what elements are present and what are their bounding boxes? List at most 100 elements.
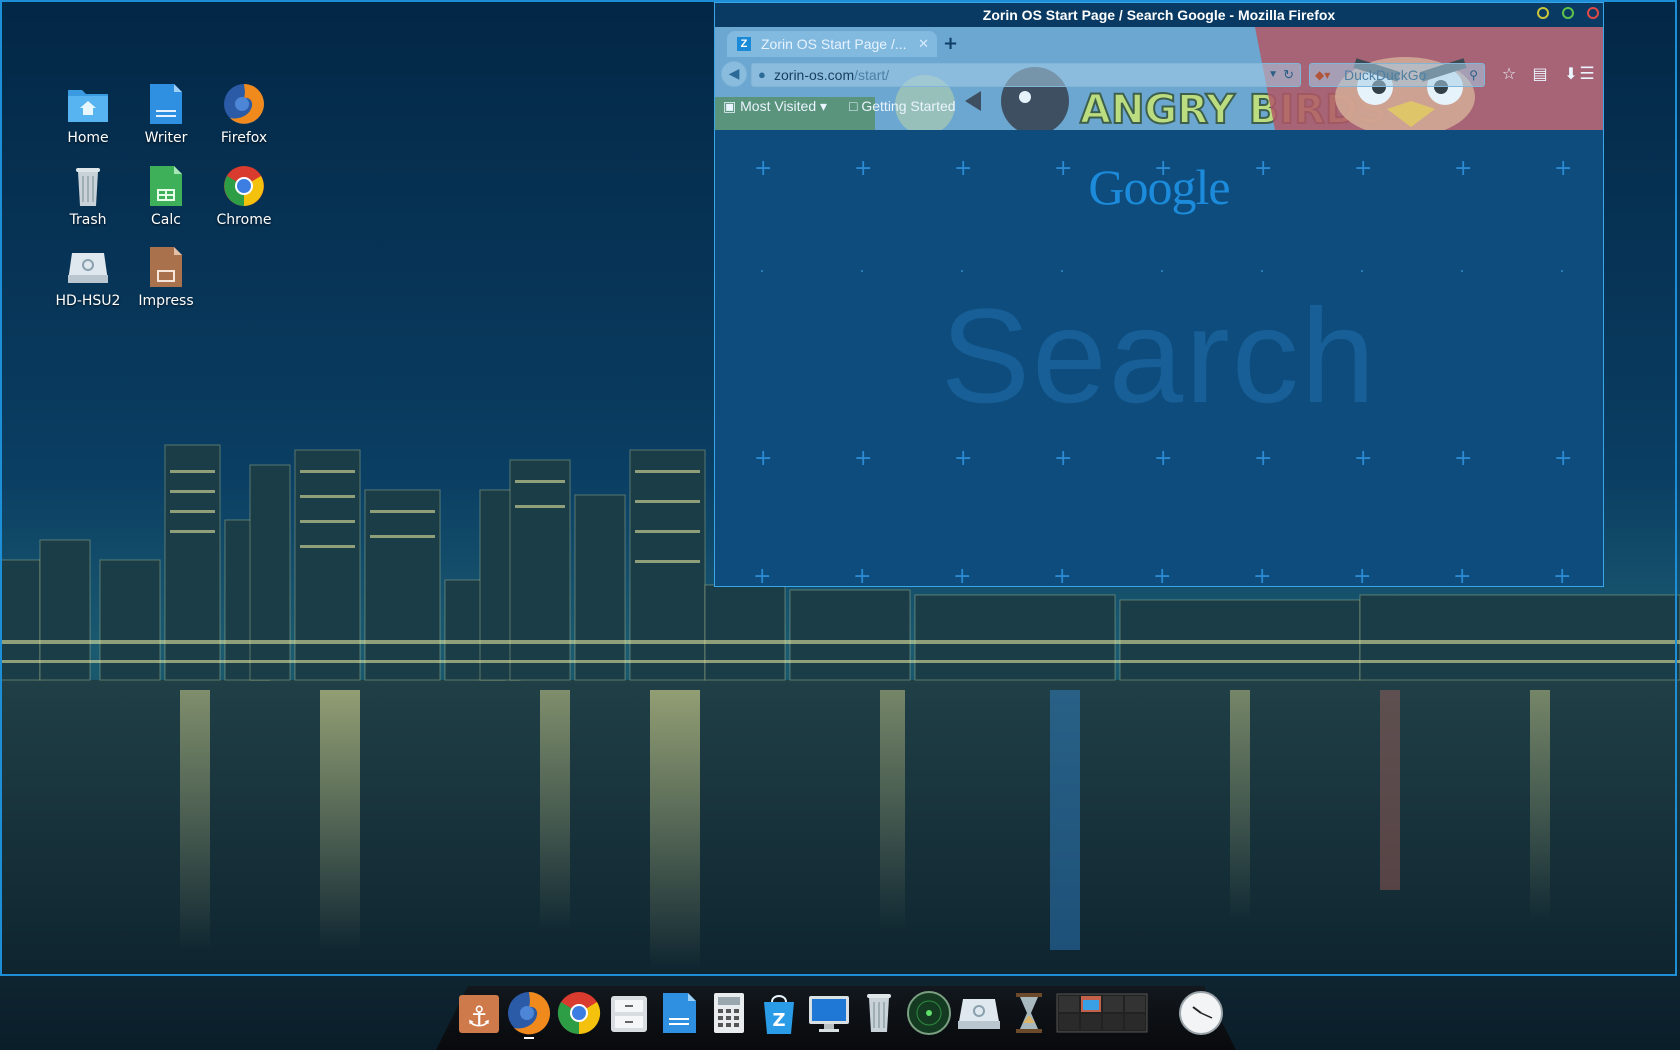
grid-plus-marker: +: [1153, 564, 1172, 589]
url-bar[interactable]: ● zorin-os.com/start/ ▼ ↻: [751, 63, 1301, 87]
dock-item-clock[interactable]: [1178, 990, 1224, 1036]
desktop-icon-label: Chrome: [216, 212, 272, 228]
dock-item-software-store[interactable]: Z: [756, 990, 802, 1036]
grid-dot-marker: [1061, 270, 1063, 272]
browser-toolbar-area: ANGRY BIRDS Z Zorin OS Start Page /... ✕…: [715, 27, 1603, 130]
grid-plus-marker: +: [954, 446, 973, 471]
desktop-icon-label: Home: [67, 130, 109, 146]
dock-item-monitor[interactable]: [806, 990, 852, 1036]
chrome-icon: [222, 164, 266, 208]
writer-icon: [656, 990, 702, 1036]
navigation-toolbar: ◀ ● zorin-os.com/start/ ▼ ↻ ◆▾ DuckDuckG…: [715, 59, 1603, 91]
dock-item-hourglass[interactable]: [1006, 990, 1052, 1036]
calc-icon: [144, 164, 188, 208]
dock-item-firefox[interactable]: [506, 990, 552, 1039]
maximize-icon[interactable]: [1562, 7, 1574, 19]
dock-item-writer[interactable]: [656, 990, 702, 1036]
dock-item-workspace-switcher[interactable]: [1056, 990, 1148, 1036]
grid-plus-marker: +: [1453, 564, 1472, 589]
svg-text:⚓: ⚓: [466, 1000, 491, 1033]
search-input[interactable]: DuckDuckGo: [1344, 64, 1426, 86]
grid-plus-marker: +: [1554, 446, 1573, 471]
calculator-icon: [706, 990, 752, 1036]
grid-plus-marker: +: [854, 446, 873, 471]
trash-icon: [66, 164, 110, 208]
trash-icon: [856, 990, 902, 1036]
back-button[interactable]: ◀: [721, 61, 747, 87]
radar-icon: [906, 990, 952, 1036]
bookmark-most-visited[interactable]: ▣ Most Visited ▾: [723, 93, 827, 119]
firefox-window[interactable]: Zorin OS Start Page / Search Google - Mo…: [714, 2, 1604, 587]
software-store-icon: Z: [756, 990, 802, 1036]
search-icon[interactable]: ⚲: [1469, 64, 1478, 86]
bookmark-label: Getting Started: [861, 98, 956, 114]
dock-item-radar[interactable]: [906, 990, 952, 1036]
desktop-icon-chrome[interactable]: Chrome: [204, 164, 284, 228]
chevron-down-icon: ▾: [816, 98, 828, 114]
dock-item-chrome[interactable]: [556, 990, 602, 1036]
page-content[interactable]: + + + + + + + + + + + + + + + + + + Google Search: [715, 130, 1603, 586]
minimize-icon[interactable]: [1537, 7, 1549, 19]
bookmark-label: Most Visited: [740, 98, 817, 114]
drive-icon: [66, 245, 110, 289]
desktop-icon-calc[interactable]: Calc: [126, 164, 206, 228]
new-tab-button[interactable]: +: [943, 33, 958, 54]
grid-dot-marker: [1261, 270, 1263, 272]
grid-plus-marker: +: [1154, 446, 1173, 471]
grid-dot-marker: [1561, 270, 1563, 272]
bookmark-getting-started[interactable]: □ Getting Started: [849, 93, 956, 119]
duckduckgo-engine-icon[interactable]: ◆▾: [1315, 64, 1330, 86]
desktop-icon-writer[interactable]: Writer: [126, 82, 206, 146]
clock-icon: [1178, 990, 1224, 1036]
desktop-icon-label: Writer: [144, 130, 188, 146]
grid-plus-marker: +: [1454, 446, 1473, 471]
dock-item-calculator[interactable]: [706, 990, 752, 1036]
desktop-icon-home[interactable]: Home: [48, 82, 128, 146]
grid-plus-marker: +: [753, 564, 772, 589]
dock-item-file-manager[interactable]: [606, 990, 652, 1036]
desktop-icon-label: HD-HSU2: [55, 293, 121, 309]
writer-icon: [144, 82, 188, 126]
desktop-icon-firefox[interactable]: Firefox: [204, 82, 284, 146]
url-text: zorin-os.com/start/: [774, 64, 889, 86]
tab-close-icon[interactable]: ✕: [918, 31, 929, 57]
dock: ⚓ Z: [436, 978, 1236, 1050]
google-logo: Google: [1088, 159, 1230, 215]
dock-item-trash[interactable]: [856, 990, 902, 1036]
reload-icon[interactable]: ↻: [1283, 64, 1294, 86]
grid-plus-marker: +: [754, 446, 773, 471]
grid-plus-marker: +: [1053, 564, 1072, 589]
monitor-icon: [806, 990, 852, 1036]
running-indicator: [524, 1037, 534, 1039]
workspace-switcher-icon: [1056, 990, 1148, 1036]
window-titlebar[interactable]: Zorin OS Start Page / Search Google - Mo…: [715, 3, 1603, 27]
grid-dot-marker: [861, 270, 863, 272]
tab-zorin-start-page[interactable]: Z Zorin OS Start Page /... ✕: [727, 31, 937, 57]
grid-dot-marker: [1361, 270, 1363, 272]
grid-plus-marker: +: [1553, 564, 1572, 589]
home-folder-icon: [66, 82, 110, 126]
desktop-icon-impress[interactable]: Impress: [126, 245, 206, 309]
dock-item-drive[interactable]: [956, 990, 1002, 1036]
bookmarks-toolbar: ▣ Most Visited ▾ □ Getting Started: [715, 93, 1603, 119]
desktop-icon-label: Impress: [138, 293, 194, 309]
url-history-dropdown-icon[interactable]: ▼: [1268, 64, 1278, 86]
bookmark-star-icon[interactable]: ☆: [1499, 64, 1519, 83]
hamburger-menu-icon[interactable]: ☰: [1577, 64, 1597, 84]
desktop-icon-hd-hsu2[interactable]: HD-HSU2: [48, 245, 128, 309]
bookmarks-menu-icon[interactable]: ▤: [1530, 64, 1550, 83]
dock-item-anchor[interactable]: ⚓: [456, 990, 502, 1036]
grid-plus-marker: +: [1054, 446, 1073, 471]
globe-icon: ●: [758, 67, 766, 82]
search-heading[interactable]: Search: [715, 280, 1603, 433]
desktop-icon-trash[interactable]: Trash: [48, 164, 128, 228]
grid-plus-marker: +: [1253, 564, 1272, 589]
drive-icon: [956, 990, 1002, 1036]
file-manager-icon: [606, 990, 652, 1036]
svg-text:Z: Z: [772, 1010, 785, 1031]
close-icon[interactable]: [1587, 7, 1599, 19]
anchor-icon: ⚓: [456, 990, 502, 1036]
search-bar[interactable]: ◆▾ DuckDuckGo ⚲: [1309, 63, 1485, 87]
back-arrow-icon: ◀: [728, 66, 740, 82]
window-title: Zorin OS Start Page / Search Google - Mo…: [982, 7, 1336, 23]
